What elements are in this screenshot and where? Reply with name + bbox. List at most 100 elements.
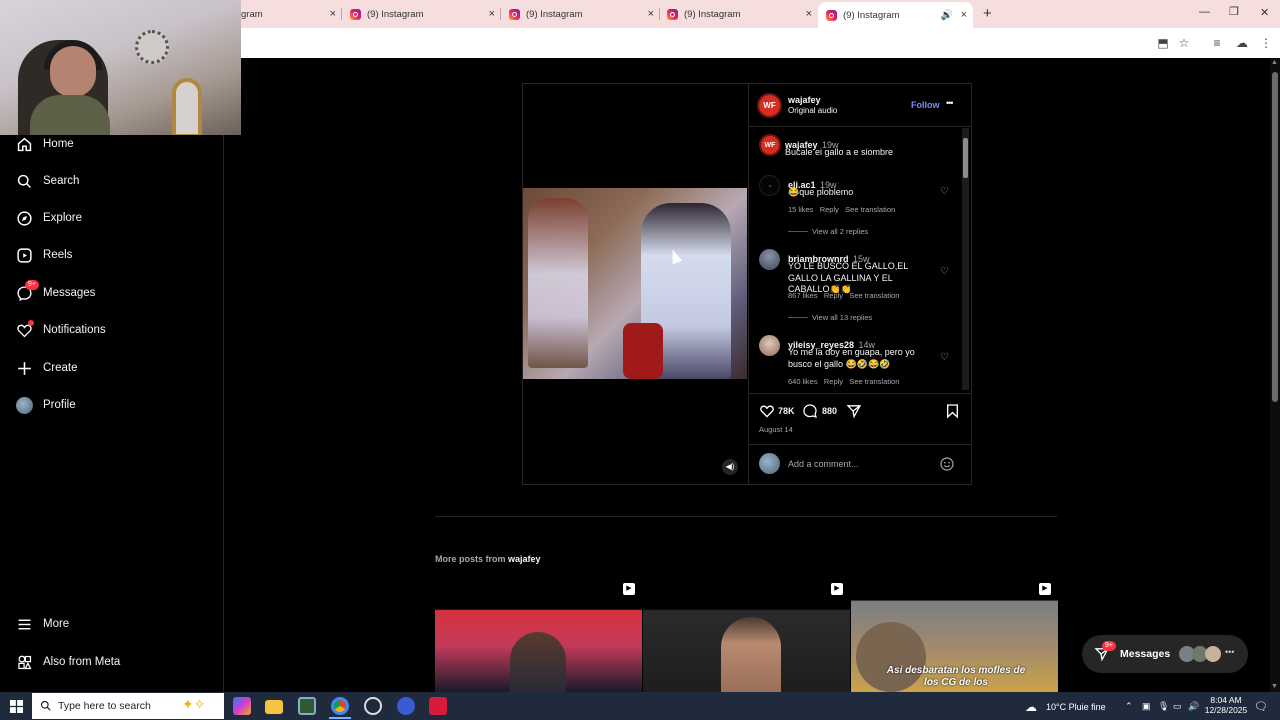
store-icon[interactable] [298, 697, 316, 715]
tab-separator [659, 8, 660, 20]
tab-close-icon[interactable]: × [489, 8, 495, 20]
post-options-icon[interactable]: ••• [946, 98, 954, 108]
see-translation-link[interactable]: See translation [845, 205, 895, 214]
sidebar-item-more[interactable]: More [16, 612, 69, 636]
comment-bubble-icon[interactable] [802, 403, 818, 419]
app-icon[interactable] [364, 697, 382, 715]
weather-text[interactable]: 10°C Pluie fine [1046, 702, 1106, 712]
see-translation-link[interactable]: See translation [849, 377, 899, 386]
video-frame[interactable] [523, 188, 747, 379]
author-username[interactable]: wajafey [788, 95, 821, 105]
speaker-icon[interactable]: 🔊 [941, 10, 953, 21]
instagram-favicon-icon [350, 8, 361, 20]
sidebar-item-explore[interactable]: Explore [16, 206, 82, 230]
likes-count[interactable]: 78K [778, 406, 795, 416]
comment-like-heart-icon[interactable]: ♡ [940, 186, 949, 197]
comments-count[interactable]: 880 [822, 406, 837, 416]
app-icon[interactable] [397, 697, 415, 715]
window-close-icon[interactable]: ✕ [1260, 6, 1269, 19]
comment-meta: 15 likes Reply See translation [788, 205, 895, 214]
windows-start-icon[interactable] [10, 700, 23, 713]
more-post-thumbnail[interactable]: Asi desbaratan los mofles de los CG de l… [851, 577, 1058, 692]
chrome-icon[interactable] [331, 697, 349, 715]
add-comment-input[interactable]: Add a comment... [788, 459, 928, 469]
comment-likes[interactable]: 867 likes [788, 291, 818, 300]
view-replies-link[interactable]: View all 13 replies [788, 313, 872, 322]
browser-tab-active[interactable]: (9) Instagram 🔊 × [818, 2, 973, 28]
more-post-thumbnail[interactable]: ▶ [643, 577, 850, 692]
taskbar-search-input[interactable]: Type here to search ✦✧ [32, 693, 224, 719]
post-date[interactable]: August 14 [759, 425, 793, 434]
microphone-icon[interactable]: 🎙 [1158, 701, 1169, 712]
follow-button[interactable]: Follow [911, 100, 940, 110]
volume-icon[interactable]: 🔊 [1188, 701, 1199, 712]
comment-likes[interactable]: 640 likes [788, 377, 818, 386]
instagram-favicon-icon [667, 8, 678, 20]
share-icon[interactable] [846, 403, 862, 419]
notification-center-icon[interactable]: 🗨 [1254, 700, 1268, 713]
tab-close-icon[interactable]: × [648, 8, 654, 20]
reply-button[interactable]: Reply [820, 205, 839, 214]
author-avatar[interactable]: WF [757, 93, 782, 118]
tray-app-icon[interactable]: ▣ [1142, 701, 1151, 712]
mute-toggle-icon[interactable]: ◀) [722, 459, 738, 475]
comment-like-heart-icon[interactable]: ♡ [940, 352, 949, 363]
comments-scrollbar-thumb[interactable] [963, 138, 968, 178]
restore-icon[interactable]: ❐ [1229, 5, 1239, 18]
clock-date: 12/28/2025 [1204, 705, 1248, 715]
view-replies-link[interactable]: View all 2 replies [788, 227, 868, 236]
tab-close-icon[interactable]: × [961, 9, 967, 21]
sidebar-item-search[interactable]: Search [16, 169, 79, 193]
more-posts-heading: More posts from wajafey [435, 554, 541, 564]
sidebar-item-notifications[interactable]: Notifications [16, 318, 106, 342]
save-bookmark-icon[interactable] [945, 403, 960, 419]
browser-tab[interactable]: (9) Instagram × [350, 3, 495, 25]
minimize-icon[interactable]: — [1199, 6, 1210, 18]
sidebar-item-profile[interactable]: Profile [16, 393, 76, 417]
tab-close-icon[interactable]: × [330, 8, 336, 20]
copilot-icon[interactable] [233, 697, 251, 715]
page-scrollbar-thumb[interactable] [1272, 72, 1278, 402]
media-control-icon[interactable]: ≡ [1209, 35, 1225, 51]
caption-avatar[interactable]: WF [759, 134, 781, 156]
mirror-frame-decoration [172, 78, 202, 135]
comment-like-heart-icon[interactable]: ♡ [940, 266, 949, 277]
more-post-thumbnail[interactable]: ▶ [435, 577, 642, 692]
comment-likes[interactable]: 15 likes [788, 205, 813, 214]
bookmark-star-icon[interactable]: ☆ [1176, 35, 1192, 51]
browser-tab[interactable]: gram × [241, 3, 336, 25]
browser-tab[interactable]: (9) Instagram × [509, 3, 654, 25]
audio-label[interactable]: Original audio [788, 106, 837, 115]
profile-avatar-icon[interactable]: ☁ [1234, 35, 1250, 51]
scroll-down-arrow-icon[interactable]: ▼ [1271, 683, 1278, 690]
comment-meta: 867 likes Reply See translation [788, 291, 899, 300]
sidebar-item-reels[interactable]: Reels [16, 243, 72, 267]
browser-tab[interactable]: (9) Instagram × [667, 3, 812, 25]
like-heart-icon[interactable] [759, 403, 775, 419]
new-tab-button[interactable]: + [983, 5, 992, 22]
sidebar-item-messages[interactable]: 9+ Messages [16, 279, 95, 305]
install-app-icon[interactable]: ⬒ [1155, 35, 1171, 51]
emoji-picker-icon[interactable] [939, 456, 955, 472]
tab-close-icon[interactable]: × [806, 8, 812, 20]
reply-button[interactable]: Reply [824, 291, 843, 300]
person-left-shape [528, 198, 588, 368]
commenter-avatar[interactable] [759, 335, 780, 356]
sidebar-item-home[interactable]: Home [16, 132, 74, 156]
reply-button[interactable]: Reply [824, 377, 843, 386]
sidebar-item-create[interactable]: Create [16, 356, 78, 380]
messages-floating-button[interactable]: 9+ Messages ••• [1082, 635, 1248, 673]
clock[interactable]: 8:04 AM 12/28/2025 [1204, 695, 1248, 715]
browser-menu-icon[interactable]: ⋮ [1258, 35, 1274, 51]
app-icon[interactable] [429, 697, 447, 715]
weather-icon[interactable]: ☁ [1025, 700, 1037, 714]
commenter-avatar[interactable] [759, 249, 780, 270]
see-translation-link[interactable]: See translation [849, 291, 899, 300]
tray-chevron-icon[interactable]: ⌃ [1125, 701, 1133, 712]
commenter-avatar[interactable] [759, 175, 780, 196]
network-icon[interactable]: ▭ [1173, 701, 1182, 712]
scroll-up-arrow-icon[interactable]: ▲ [1271, 59, 1278, 66]
file-explorer-icon[interactable] [265, 700, 283, 714]
sidebar-item-also-from-meta[interactable]: Also from Meta [16, 650, 120, 674]
more-posts-username[interactable]: wajafey [508, 554, 541, 564]
